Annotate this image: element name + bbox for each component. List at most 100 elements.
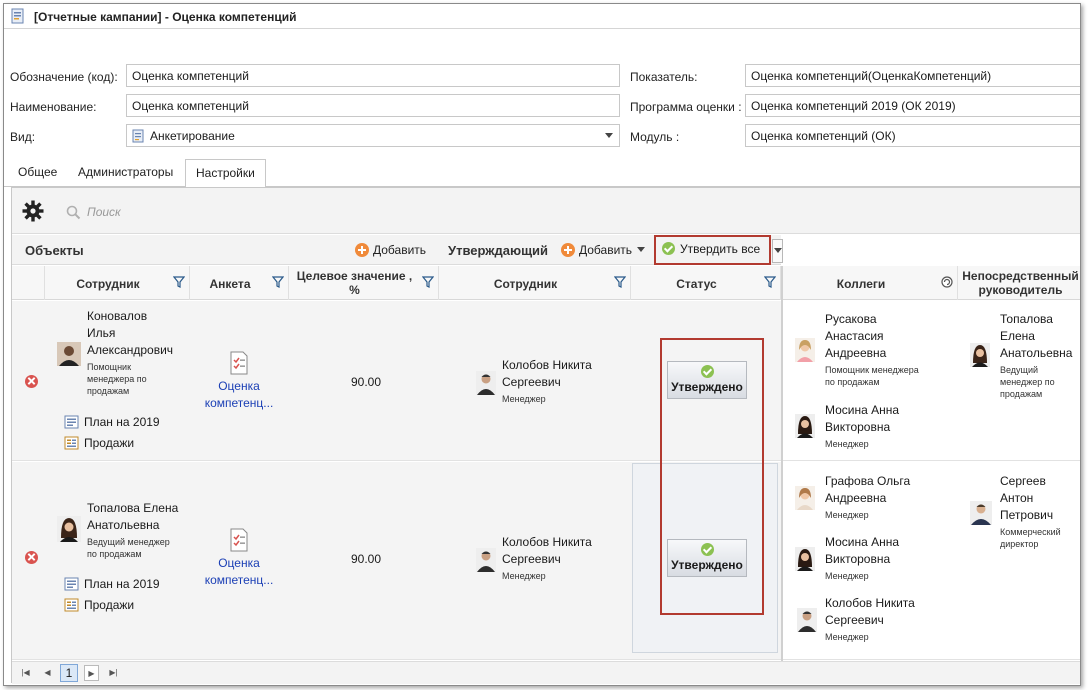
colleague: Русакова Анастасия Андреевна Помощник ме… xyxy=(825,311,955,388)
last-page-button[interactable]: ▶| xyxy=(106,665,121,681)
col-approver-employee-title: Сотрудник xyxy=(493,277,558,291)
settings-panel: Поиск Объекты Добавить Утверждающий Доба… xyxy=(11,187,1080,684)
approver-name-line1: Колобов Никита xyxy=(502,358,592,372)
gear-icon[interactable] xyxy=(22,200,44,225)
approver-add-button[interactable]: Добавить xyxy=(561,243,646,257)
name-field[interactable]: Оценка компетенций xyxy=(126,94,620,117)
target-value: 90.00 xyxy=(351,552,382,566)
manager-position-line2: менеджер по xyxy=(1000,377,1055,387)
tab-bar: Общее Администраторы Настройки xyxy=(4,156,1080,188)
colleague-name-line2: Викторовна xyxy=(825,552,891,566)
employee-position-line2: менеджера по xyxy=(87,374,147,384)
chevron-down-icon xyxy=(637,247,646,252)
program-field[interactable]: Оценка компетенций 2019 (ОК 2019) xyxy=(745,94,1080,117)
form-link-line1: Оценка xyxy=(218,379,260,393)
col-target: Целевое значение ,% xyxy=(289,266,439,300)
sales-icon xyxy=(64,598,79,612)
right-header-empty xyxy=(783,235,1080,265)
plan-link[interactable]: План на 2019 xyxy=(64,577,160,591)
approve-all-button[interactable]: Утвердить все xyxy=(654,235,771,265)
title-bar: [Отчетные кампании] - Оценка компетенций xyxy=(4,4,1080,29)
prev-page-button[interactable]: ◀ xyxy=(40,665,55,681)
page-number[interactable]: 1 xyxy=(60,664,78,682)
avatar xyxy=(795,414,815,438)
colleague-position-line1: Помощник менеджера xyxy=(825,365,919,375)
avatar xyxy=(797,608,817,632)
tab-administrators[interactable]: Администраторы xyxy=(68,159,183,187)
filter-icon[interactable] xyxy=(764,276,776,288)
employee-position-line3: продажам xyxy=(87,386,130,396)
form-link[interactable]: Оценка компетенц... xyxy=(199,528,279,589)
employee-name-line1: Коновалов xyxy=(87,309,148,323)
filter-icon[interactable] xyxy=(272,276,284,288)
add-icon xyxy=(355,243,369,257)
employee-name-line2: Илья xyxy=(87,326,116,340)
type-select[interactable]: Анкетирование xyxy=(126,124,620,147)
form-link-line1: Оценка xyxy=(218,556,260,570)
col-colleagues-title: Коллеги xyxy=(836,277,886,291)
window-title: [Отчетные кампании] - Оценка компетенций xyxy=(34,10,297,24)
module-field[interactable]: Оценка компетенций (ОК) xyxy=(745,124,1080,147)
colleague-name-line1: Мосина Анна xyxy=(825,403,900,417)
col-manager-line1: Непосредственный xyxy=(962,269,1079,283)
manager-name-line3: Петрович xyxy=(1000,508,1054,522)
colleague-position-line1: Менеджер xyxy=(825,439,869,449)
row1-employee: Коновалов Илья Александрович Помощник ме… xyxy=(87,308,187,397)
row2-employee: Топалова Елена Анатольевна Ведущий менед… xyxy=(87,500,187,560)
col-approver-employee: Сотрудник xyxy=(439,266,631,300)
manager-name-line2: Елена xyxy=(1000,329,1035,343)
refresh-icon[interactable] xyxy=(941,276,953,288)
search-placeholder: Поиск xyxy=(87,205,121,219)
code-field[interactable]: Оценка компетенций xyxy=(126,64,620,87)
pager: |◀ ◀ 1 ▶ ▶| xyxy=(12,661,1080,684)
colleague-name-line3: Андреевна xyxy=(825,346,887,360)
tab-settings[interactable]: Настройки xyxy=(185,159,266,188)
avatar xyxy=(57,516,81,542)
approver-position: Менеджер xyxy=(502,394,546,404)
colleague-name-line2: Викторовна xyxy=(825,420,891,434)
pane-splitter[interactable] xyxy=(781,266,783,661)
check-circle-icon xyxy=(662,242,675,255)
delete-icon[interactable] xyxy=(25,375,38,388)
col-status: Статус xyxy=(631,266,781,300)
search-box[interactable]: Поиск xyxy=(66,205,121,220)
indicator-field[interactable]: Оценка компетенций(ОценкаКомпетенций) xyxy=(745,64,1080,87)
employee-position-line1: Помощник xyxy=(87,362,132,372)
chevron-down-icon xyxy=(774,248,782,253)
approver-name-line2: Сергеевич xyxy=(502,552,561,566)
approve-all-dropdown[interactable] xyxy=(772,239,783,263)
chevron-down-icon[interactable] xyxy=(605,133,613,138)
approver-name-line1: Колобов Никита xyxy=(502,535,592,549)
colleague-name-line2: Сергеевич xyxy=(825,613,884,627)
avatar xyxy=(795,338,815,362)
form-link[interactable]: Оценка компетенц... xyxy=(199,351,279,412)
avatar xyxy=(970,343,990,367)
row1-approver: Колобов Никита Сергеевич Менеджер xyxy=(502,357,632,405)
tab-general[interactable]: Общее xyxy=(8,159,67,187)
delete-icon[interactable] xyxy=(25,551,38,564)
colleague-position-line1: Менеджер xyxy=(825,571,869,581)
report-campaign-icon xyxy=(10,8,26,27)
plan-link[interactable]: План на 2019 xyxy=(64,415,160,429)
employee-name-line3: Александрович xyxy=(87,343,174,357)
search-icon xyxy=(66,205,81,220)
approver-add-label: Добавить xyxy=(579,243,633,257)
add-icon xyxy=(561,243,575,257)
filter-icon[interactable] xyxy=(614,276,626,288)
col-employee: Сотрудник xyxy=(45,266,190,300)
objects-title: Объекты xyxy=(25,243,84,258)
objects-add-button[interactable]: Добавить xyxy=(355,243,426,257)
sales-link[interactable]: Продажи xyxy=(64,436,134,450)
filter-icon[interactable] xyxy=(173,276,185,288)
sales-link[interactable]: Продажи xyxy=(64,598,134,612)
first-page-button[interactable]: |◀ xyxy=(18,665,33,681)
manager-position-line3: продажам xyxy=(1000,389,1043,399)
module-label: Модуль : xyxy=(630,130,680,144)
manager-name-line2: Антон xyxy=(1000,491,1034,505)
filter-icon[interactable] xyxy=(422,276,434,288)
next-page-button[interactable]: ▶ xyxy=(84,665,99,681)
questionnaire-icon xyxy=(230,528,248,552)
form-link-line2: компетенц... xyxy=(204,396,274,410)
colleague: Графова Ольга Андреевна Менеджер xyxy=(825,473,955,521)
avatar xyxy=(970,501,992,525)
